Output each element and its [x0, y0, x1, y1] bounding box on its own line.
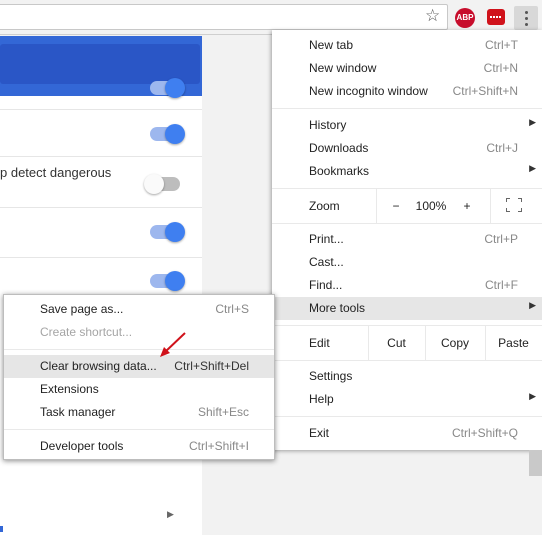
submenu-item-developer-tools[interactable]: Developer tools Ctrl+Shift+I	[4, 435, 274, 458]
menu-item-label: Exit	[309, 426, 330, 440]
paste-button[interactable]: Paste	[485, 336, 542, 350]
menu-item-label: New tab	[309, 38, 354, 52]
menu-item-new-tab[interactable]: New tab Ctrl+T	[272, 34, 542, 57]
row-divider	[490, 189, 491, 223]
menu-item-label: New incognito window	[309, 84, 428, 98]
menu-item-shortcut: Shift+Esc	[197, 405, 249, 419]
menu-separator	[272, 416, 542, 417]
address-bar[interactable]	[0, 4, 448, 30]
menu-separator	[272, 223, 542, 224]
menu-item-cast[interactable]: Cast...	[272, 251, 542, 274]
menu-item-label: Settings	[309, 369, 353, 383]
scrollbar-thumb[interactable]	[529, 450, 542, 476]
menu-item-label: Extensions	[40, 382, 99, 396]
menu-item-history[interactable]: History ▶	[272, 114, 542, 137]
chrome-main-menu: New tab Ctrl+T New window Ctrl+N New inc…	[272, 30, 542, 450]
extension-icon[interactable]	[487, 9, 505, 25]
menu-item-shortcut: Ctrl+Shift+Del	[174, 359, 249, 373]
menu-item-shortcut: Ctrl+N	[483, 61, 518, 75]
submenu-item-task-manager[interactable]: Task manager Shift+Esc	[4, 401, 274, 424]
adblock-plus-extension-icon[interactable]: ABP	[455, 8, 475, 28]
menu-item-shortcut: Ctrl+S	[215, 302, 249, 316]
submenu-arrow-icon: ▶	[529, 392, 536, 402]
edit-label: Edit	[309, 336, 330, 350]
menu-item-settings[interactable]: Settings	[272, 365, 542, 388]
menu-item-label: Downloads	[309, 141, 369, 155]
submenu-item-clear-browsing-data[interactable]: Clear browsing data... Ctrl+Shift+Del	[4, 355, 274, 378]
menu-item-label: Clear browsing data...	[40, 359, 157, 373]
menu-separator	[272, 360, 542, 361]
setting-toggle[interactable]	[150, 222, 185, 242]
setting-toggle[interactable]	[144, 174, 180, 194]
menu-item-more-tools[interactable]: More tools ▶	[272, 297, 542, 320]
menu-item-bookmarks[interactable]: Bookmarks ▶	[272, 160, 542, 183]
menu-item-shortcut: Ctrl+F	[485, 278, 518, 292]
menu-item-label: Bookmarks	[309, 164, 370, 178]
menu-item-find[interactable]: Find... Ctrl+F	[272, 274, 542, 297]
menu-item-downloads[interactable]: Downloads Ctrl+J	[272, 137, 542, 160]
copy-button[interactable]: Copy	[425, 336, 485, 350]
menu-item-label: New window	[309, 61, 377, 75]
menu-row-edit: Edit Cut Copy Paste	[272, 326, 542, 360]
cut-button[interactable]: Cut	[368, 336, 425, 350]
page-accent	[0, 526, 3, 532]
bookmark-star-icon[interactable]: ☆	[425, 6, 440, 26]
menu-separator	[272, 108, 542, 109]
menu-item-shortcut: Ctrl+P	[484, 232, 518, 246]
menu-item-label: History	[309, 118, 347, 132]
setting-toggle[interactable]	[150, 78, 185, 98]
setting-toggle[interactable]	[150, 124, 185, 144]
setting-divider	[0, 109, 202, 110]
menu-item-label: More tools	[309, 301, 366, 315]
submenu-item-save-page[interactable]: Save page as... Ctrl+S	[4, 298, 274, 321]
menu-separator	[4, 349, 274, 350]
submenu-arrow-icon: ▶	[529, 164, 536, 174]
annotation-arrow-icon	[160, 332, 186, 357]
chevron-right-icon[interactable]: ▶	[167, 510, 174, 520]
setting-divider	[0, 156, 202, 157]
row-divider	[376, 189, 377, 223]
zoom-label: Zoom	[309, 199, 340, 213]
more-tools-submenu: Save page as... Ctrl+S Create shortcut..…	[3, 294, 275, 460]
menu-item-new-incognito-window[interactable]: New incognito window Ctrl+Shift+N	[272, 80, 542, 103]
menu-item-shortcut: Ctrl+T	[485, 38, 518, 52]
menu-item-label: Find...	[309, 278, 343, 292]
menu-item-label: Task manager	[40, 405, 116, 419]
submenu-arrow-icon: ▶	[529, 118, 536, 128]
menu-dot-icon	[525, 17, 528, 20]
fullscreen-icon[interactable]	[506, 198, 522, 212]
menu-item-label: Print...	[309, 232, 344, 246]
zoom-out-button[interactable]: −	[386, 199, 406, 213]
zoom-level: 100%	[415, 199, 447, 213]
menu-separator	[4, 429, 274, 430]
setting-toggle[interactable]	[150, 271, 185, 291]
menu-item-shortcut: Ctrl+J	[486, 141, 518, 155]
chrome-menu-button[interactable]	[514, 6, 538, 30]
menu-item-exit[interactable]: Exit Ctrl+Shift+Q	[272, 422, 542, 445]
settings-page: p detect dangerous ▶	[0, 36, 202, 535]
setting-divider	[0, 207, 202, 208]
menu-item-shortcut: Ctrl+Shift+I	[188, 439, 249, 453]
menu-item-shortcut: Ctrl+Shift+Q	[451, 426, 518, 440]
menu-item-label: Help	[309, 392, 334, 406]
submenu-arrow-icon: ▶	[529, 301, 536, 311]
menu-item-print[interactable]: Print... Ctrl+P	[272, 228, 542, 251]
submenu-item-create-shortcut: Create shortcut...	[4, 321, 274, 344]
submenu-item-extensions[interactable]: Extensions	[4, 378, 274, 401]
menu-item-label: Save page as...	[40, 302, 124, 316]
zoom-in-button[interactable]: +	[457, 199, 477, 213]
abp-label: ABP	[456, 13, 474, 22]
menu-dot-icon	[525, 23, 528, 26]
menu-item-label: Create shortcut...	[40, 325, 133, 339]
menu-dot-icon	[525, 11, 528, 14]
menu-item-label: Developer tools	[40, 439, 124, 453]
setting-divider	[0, 257, 202, 258]
menu-item-new-window[interactable]: New window Ctrl+N	[272, 57, 542, 80]
menu-row-zoom: Zoom − 100% +	[272, 189, 542, 223]
menu-item-shortcut: Ctrl+Shift+N	[452, 84, 518, 98]
menu-item-help[interactable]: Help ▶	[272, 388, 542, 411]
menu-item-label: Cast...	[309, 255, 344, 269]
setting-label: p detect dangerous	[0, 165, 112, 180]
